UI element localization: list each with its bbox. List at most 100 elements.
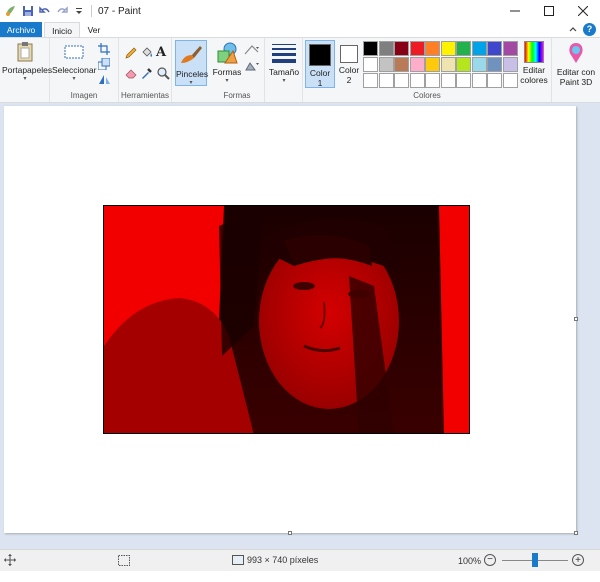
palette-swatch[interactable] bbox=[471, 41, 487, 56]
editar-colores-button[interactable]: Editar colores bbox=[517, 41, 551, 85]
palette-swatch[interactable] bbox=[456, 41, 471, 56]
rotate-icon[interactable] bbox=[98, 73, 112, 87]
canvas-workspace bbox=[0, 103, 600, 549]
palette-swatch[interactable] bbox=[425, 57, 440, 72]
group-imagen: Seleccionar ▾ Imagen bbox=[50, 38, 119, 102]
palette-swatch[interactable] bbox=[502, 41, 518, 56]
palette-swatch[interactable] bbox=[502, 57, 518, 72]
close-button[interactable] bbox=[566, 0, 600, 22]
help-icon[interactable]: ? bbox=[583, 23, 596, 36]
zoom-out-button[interactable]: − bbox=[484, 554, 496, 566]
pasted-image[interactable] bbox=[103, 205, 470, 434]
palette-swatch[interactable] bbox=[378, 57, 394, 72]
maximize-button[interactable] bbox=[532, 0, 566, 22]
palette-swatch[interactable] bbox=[456, 57, 471, 72]
canvas-resize-handle-right[interactable] bbox=[574, 317, 578, 321]
paint-app-icon[interactable] bbox=[4, 4, 18, 18]
zoom-slider-thumb[interactable] bbox=[532, 553, 538, 567]
palette-swatch[interactable] bbox=[425, 73, 440, 88]
customize-quick-access-icon[interactable] bbox=[72, 4, 86, 18]
imagen-group-label: Imagen bbox=[70, 91, 98, 100]
select-rectangle-icon bbox=[63, 41, 85, 63]
palette-swatch[interactable] bbox=[456, 73, 471, 88]
save-icon[interactable] bbox=[21, 4, 35, 18]
pinceles-button[interactable]: Pinceles ▾ bbox=[175, 40, 209, 86]
palette-swatch[interactable] bbox=[394, 57, 409, 72]
editar-paint3d-button[interactable]: Editar con Paint 3D bbox=[553, 41, 599, 87]
cursor-position-icon bbox=[4, 554, 16, 568]
red-portrait-image bbox=[104, 206, 469, 433]
palette-swatch[interactable] bbox=[487, 41, 502, 56]
zoom-percent: 100% bbox=[458, 556, 482, 566]
palette-swatch[interactable] bbox=[471, 73, 487, 88]
herramientas-group-label: Herramientas bbox=[120, 91, 169, 100]
palette-swatch[interactable] bbox=[440, 41, 456, 56]
window-title: 07 - Paint bbox=[98, 5, 141, 17]
palette-swatch[interactable] bbox=[409, 41, 425, 56]
collapse-ribbon-icon[interactable] bbox=[568, 25, 578, 37]
palette-swatch[interactable] bbox=[502, 73, 518, 88]
status-bar: 993 × 740 píxeles 100% − + bbox=[0, 549, 600, 571]
brush-icon bbox=[178, 43, 204, 67]
color-picker-icon[interactable] bbox=[140, 66, 154, 80]
group-paint3d: Editar con Paint 3D bbox=[552, 38, 600, 102]
text-tool-icon[interactable]: A bbox=[156, 46, 170, 60]
color2-label: Color bbox=[338, 65, 360, 75]
paint3d-line1: Editar con bbox=[556, 67, 596, 77]
palette-swatch[interactable] bbox=[378, 73, 394, 88]
tamano-button[interactable]: Tamaño ▾ bbox=[268, 41, 300, 84]
palette-swatch[interactable] bbox=[487, 57, 502, 72]
group-pinceles: Pinceles ▾ bbox=[172, 38, 210, 102]
color-spectrum-icon bbox=[524, 41, 544, 63]
tab-inicio[interactable]: Inicio bbox=[44, 22, 80, 38]
clipboard-icon bbox=[14, 41, 36, 63]
palette-swatch[interactable] bbox=[440, 57, 456, 72]
palette-swatch[interactable] bbox=[440, 73, 456, 88]
dimensions-text: 993 × 740 píxeles bbox=[247, 555, 319, 565]
formas-button[interactable]: Formas ▾ bbox=[212, 41, 242, 84]
ribbon-tab-bar: Archivo Inicio Ver ? bbox=[0, 22, 600, 38]
resize-icon[interactable] bbox=[97, 57, 112, 72]
minimize-button[interactable] bbox=[498, 0, 532, 22]
formas-label: Formas bbox=[212, 67, 242, 77]
undo-icon[interactable] bbox=[38, 4, 52, 18]
color2-button[interactable]: Color 2 bbox=[335, 40, 363, 88]
color2-swatch bbox=[340, 45, 358, 63]
magnifier-icon[interactable] bbox=[156, 66, 170, 80]
ribbon: Portapapeles ▾ Seleccionar ▾ Imagen A He… bbox=[0, 37, 600, 103]
zoom-in-button[interactable]: + bbox=[572, 554, 584, 566]
pinceles-label: Pinceles bbox=[176, 69, 209, 79]
color1-button[interactable]: Color 1 bbox=[305, 40, 335, 88]
group-herramientas: A Herramientas bbox=[119, 38, 172, 102]
portapapeles-button[interactable]: Portapapeles ▾ bbox=[2, 41, 52, 82]
crop-icon[interactable] bbox=[98, 43, 112, 57]
pencil-icon[interactable] bbox=[124, 46, 138, 60]
redo-icon[interactable] bbox=[55, 4, 69, 18]
palette-swatch[interactable] bbox=[363, 57, 378, 72]
canvas-resize-handle-corner[interactable] bbox=[574, 531, 578, 535]
drawing-canvas[interactable] bbox=[4, 106, 576, 533]
paint3d-icon bbox=[565, 41, 587, 65]
palette-swatch[interactable] bbox=[487, 73, 502, 88]
tab-ver[interactable]: Ver bbox=[80, 22, 108, 38]
tamano-label: Tamaño bbox=[268, 67, 300, 77]
tab-archivo[interactable]: Archivo bbox=[0, 22, 42, 38]
eraser-icon[interactable] bbox=[124, 66, 138, 80]
group-tamano: Tamaño ▾ bbox=[265, 38, 303, 102]
shape-fill-icon[interactable] bbox=[244, 60, 259, 74]
shape-outline-icon[interactable] bbox=[244, 44, 259, 58]
palette-swatch[interactable] bbox=[394, 73, 409, 88]
palette-swatch[interactable] bbox=[425, 41, 440, 56]
palette-swatch[interactable] bbox=[378, 41, 394, 56]
group-formas: Formas ▾ Formas bbox=[210, 38, 265, 102]
palette-swatch[interactable] bbox=[363, 41, 378, 56]
palette-swatch[interactable] bbox=[471, 57, 487, 72]
palette-swatch[interactable] bbox=[409, 73, 425, 88]
palette-swatch[interactable] bbox=[394, 41, 409, 56]
colores-group-label: Colores bbox=[413, 91, 441, 100]
seleccionar-button[interactable]: Seleccionar ▾ bbox=[52, 41, 96, 82]
canvas-resize-handle-bottom[interactable] bbox=[288, 531, 292, 535]
palette-swatch[interactable] bbox=[363, 73, 378, 88]
fill-icon[interactable] bbox=[140, 46, 154, 60]
palette-swatch[interactable] bbox=[409, 57, 425, 72]
